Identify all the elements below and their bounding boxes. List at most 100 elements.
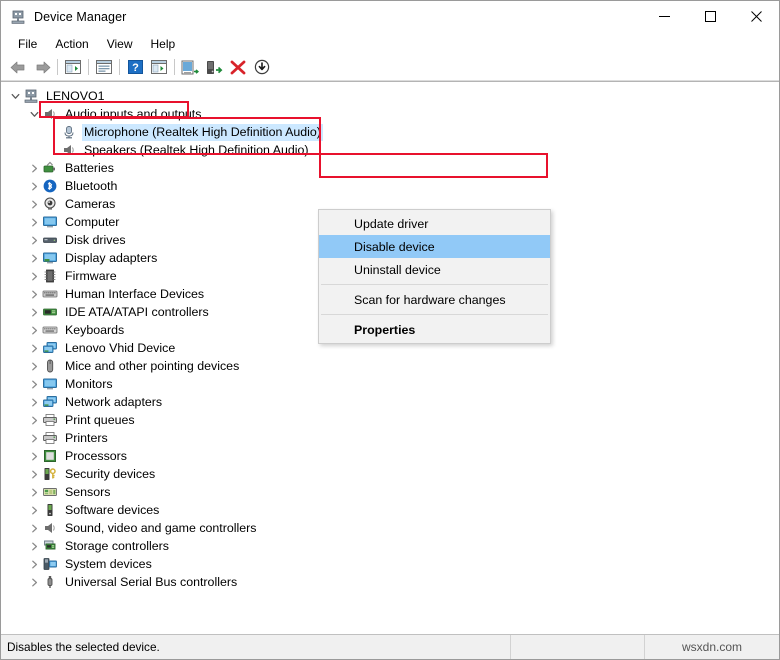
tree-item-label: Computer (63, 214, 121, 231)
tree-item-software-devices[interactable]: Software devices (1, 501, 779, 519)
chevron-right-icon[interactable] (26, 429, 42, 447)
tree-item-label: Microphone (Realtek High Definition Audi… (82, 124, 323, 141)
menu-file[interactable]: File (9, 34, 46, 54)
chevron-right-icon[interactable] (26, 213, 42, 231)
tree-item-printers[interactable]: Printers (1, 429, 779, 447)
scan-hardware-changes-icon[interactable] (178, 56, 202, 78)
chevron-right-icon[interactable] (26, 393, 42, 411)
chevron-right-icon[interactable] (26, 231, 42, 249)
context-menu-item-scan-for-hardware-changes[interactable]: Scan for hardware changes (319, 288, 550, 311)
window-controls (641, 1, 779, 32)
tree-item-label: Bluetooth (63, 178, 119, 195)
tree-item-processors[interactable]: Processors (1, 447, 779, 465)
menu-view[interactable]: View (98, 34, 142, 54)
maximize-button[interactable] (687, 1, 733, 32)
tree-item-label: Batteries (63, 160, 116, 177)
tree-item-system-devices[interactable]: System devices (1, 555, 779, 573)
firmware-chip-icon (42, 268, 58, 284)
show-hide-console-tree-icon[interactable] (61, 56, 85, 78)
printer-icon (42, 430, 58, 446)
forward-icon[interactable] (30, 56, 54, 78)
chevron-right-icon[interactable] (26, 501, 42, 519)
tree-item-print-queues[interactable]: Print queues (1, 411, 779, 429)
view-devices-icon[interactable] (147, 56, 171, 78)
disable-device-icon[interactable] (250, 56, 274, 78)
speaker-icon (42, 520, 58, 536)
chevron-right-icon[interactable] (26, 555, 42, 573)
tree-item-label: Security devices (63, 466, 157, 483)
tree-item-bluetooth[interactable]: Bluetooth (1, 177, 779, 195)
context-menu-item-properties[interactable]: Properties (319, 318, 550, 341)
chevron-right-icon[interactable] (26, 375, 42, 393)
tree-item-monitors[interactable]: Monitors (1, 375, 779, 393)
tree-item-batteries[interactable]: Batteries (1, 159, 779, 177)
chevron-right-icon[interactable] (26, 411, 42, 429)
context-menu: Update driver Disable device Uninstall d… (318, 209, 551, 344)
properties-icon[interactable] (92, 56, 116, 78)
tree-item-label: Sound, video and game controllers (63, 520, 259, 537)
chevron-right-icon[interactable] (26, 267, 42, 285)
menu-action[interactable]: Action (46, 34, 97, 54)
tree-item-audio-inputs-and-outputs[interactable]: Audio inputs and outputs (1, 105, 779, 123)
printer-icon (42, 412, 58, 428)
tree-item-label: Disk drives (63, 232, 128, 249)
computer-root-icon (23, 88, 39, 104)
context-menu-item-uninstall-device[interactable]: Uninstall device (319, 258, 550, 281)
network-adapter-icon (42, 394, 58, 410)
sensor-icon (42, 484, 58, 500)
tree-item-mice-and-other-pointing-devices[interactable]: Mice and other pointing devices (1, 357, 779, 375)
chevron-right-icon[interactable] (26, 537, 42, 555)
chevron-right-icon[interactable] (26, 321, 42, 339)
tree-item-label: Universal Serial Bus controllers (63, 574, 239, 591)
close-button[interactable] (733, 1, 779, 32)
tree-item-security-devices[interactable]: Security devices (1, 465, 779, 483)
context-menu-separator (321, 314, 548, 315)
context-menu-item-disable-device[interactable]: Disable device (319, 235, 550, 258)
chevron-right-icon[interactable] (26, 339, 42, 357)
monitor-icon (42, 214, 58, 230)
tree-item-root[interactable]: LENOVO1 (1, 87, 779, 105)
microphone-icon (61, 124, 77, 140)
chevron-right-icon[interactable] (26, 483, 42, 501)
tree-item-label: Processors (63, 448, 129, 465)
tree-item-storage-controllers[interactable]: Storage controllers (1, 537, 779, 555)
help-icon[interactable]: ? (123, 56, 147, 78)
status-cell-empty (510, 635, 644, 659)
status-message: Disables the selected device. (1, 640, 510, 654)
tree-item-speakers[interactable]: Speakers (Realtek High Definition Audio) (1, 141, 779, 159)
svg-text:?: ? (132, 62, 139, 74)
tree-item-sensors[interactable]: Sensors (1, 483, 779, 501)
tree-item-microphone[interactable]: Microphone (Realtek High Definition Audi… (1, 123, 779, 141)
tree-item-label: IDE ATA/ATAPI controllers (63, 304, 211, 321)
update-driver-icon[interactable] (202, 56, 226, 78)
menu-help[interactable]: Help (142, 34, 185, 54)
chevron-down-icon[interactable] (7, 87, 23, 105)
chevron-right-icon[interactable] (26, 447, 42, 465)
tree-item-network-adapters[interactable]: Network adapters (1, 393, 779, 411)
chevron-right-icon[interactable] (26, 285, 42, 303)
chevron-down-icon[interactable] (26, 105, 42, 123)
chevron-right-icon[interactable] (26, 159, 42, 177)
tree-item-label: Print queues (63, 412, 137, 429)
chevron-right-icon[interactable] (26, 249, 42, 267)
context-menu-item-update-driver[interactable]: Update driver (319, 212, 550, 235)
display-adapter-icon (42, 250, 58, 266)
context-menu-separator (321, 284, 548, 285)
tree-item-label: Cameras (63, 196, 117, 213)
watermark: wsxdn.com (644, 635, 779, 659)
chevron-right-icon[interactable] (26, 465, 42, 483)
tree-item-universal-serial-bus-controllers[interactable]: Universal Serial Bus controllers (1, 573, 779, 591)
uninstall-device-icon[interactable] (226, 56, 250, 78)
menu-bar: File Action View Help (1, 33, 779, 54)
tree-item-label: Lenovo Vhid Device (63, 340, 177, 357)
chevron-right-icon[interactable] (26, 303, 42, 321)
chevron-right-icon[interactable] (26, 573, 42, 591)
chevron-right-icon[interactable] (26, 177, 42, 195)
back-icon[interactable] (6, 56, 30, 78)
chevron-right-icon[interactable] (26, 357, 42, 375)
chevron-right-icon[interactable] (26, 519, 42, 537)
chevron-right-icon[interactable] (26, 195, 42, 213)
toolbar-separator (119, 59, 120, 75)
minimize-button[interactable] (641, 1, 687, 32)
tree-item-sound-video-and-game-controllers[interactable]: Sound, video and game controllers (1, 519, 779, 537)
